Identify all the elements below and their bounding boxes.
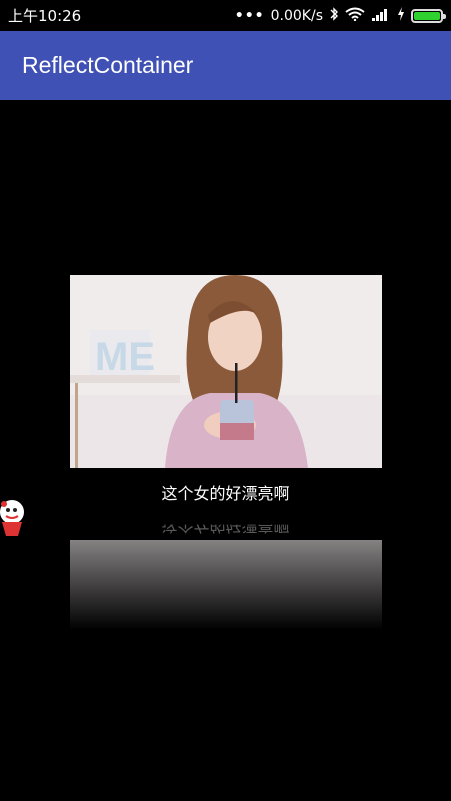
signal-icon	[371, 7, 391, 25]
more-dots-icon: •••	[234, 7, 265, 24]
app-title: ReflectContainer	[22, 52, 194, 78]
photo-caption: 这个女的好漂亮啊	[161, 484, 290, 503]
floating-mascot-icon[interactable]	[0, 498, 26, 540]
battery-icon	[411, 8, 446, 23]
status-icons: ••• 0.00K/s	[234, 6, 446, 25]
battery-fill	[414, 11, 440, 20]
network-speed: 0.00K/s	[270, 7, 323, 24]
photo-reflection	[70, 540, 382, 630]
bluetooth-icon	[329, 6, 339, 25]
charging-icon	[397, 6, 405, 25]
wifi-icon	[345, 7, 365, 25]
status-time: 上午10:26	[8, 7, 82, 25]
reflection-illustration	[70, 540, 382, 630]
app-bar: ReflectContainer	[0, 31, 451, 100]
caption-reflection: 这个女的好漂亮啊	[161, 516, 290, 535]
photo-image: ME	[70, 275, 382, 468]
status-bar: 上午10:26 ••• 0.00K/s	[0, 0, 451, 31]
photo-illustration: ME	[70, 275, 382, 468]
svg-text:ME: ME	[95, 335, 155, 379]
